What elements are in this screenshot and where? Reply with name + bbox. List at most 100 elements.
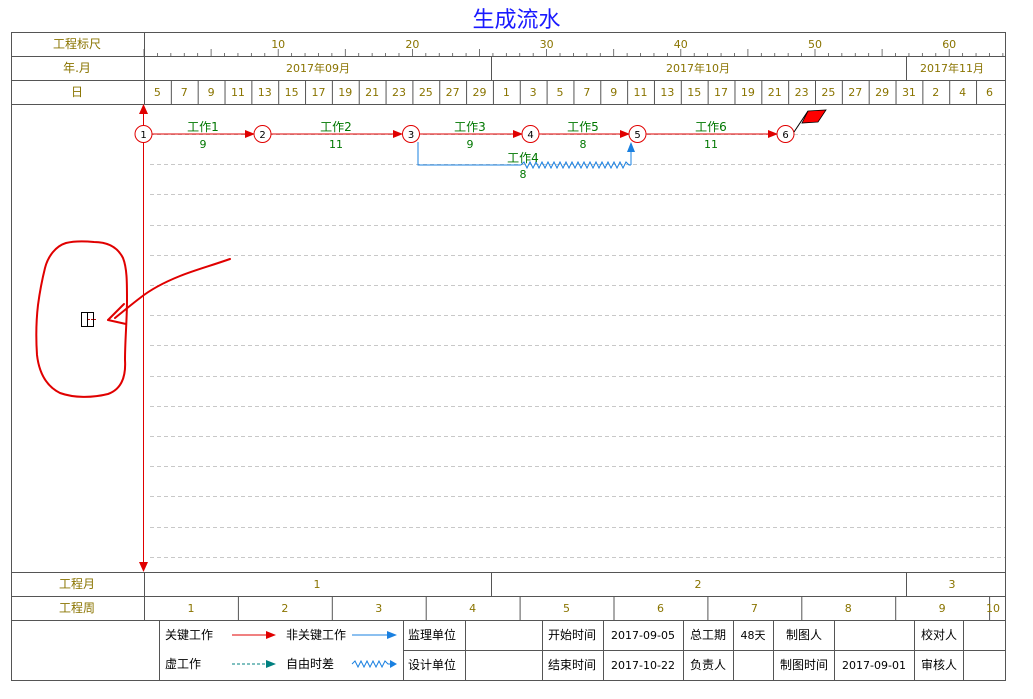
node-label: 3 <box>408 130 414 141</box>
draw-time-label: 制图时间 <box>780 658 828 672</box>
node-label: 6 <box>782 130 788 141</box>
task-name: 工作5 <box>567 120 599 134</box>
task-duration: 8 <box>580 138 587 151</box>
owner-label: 负责人 <box>690 658 726 672</box>
end-time-label: 结束时间 <box>548 658 596 672</box>
week-cell: 8 <box>845 602 852 615</box>
task-duration: 9 <box>200 138 207 151</box>
task-name: 工作1 <box>187 120 219 134</box>
day-cell: 7 <box>181 86 188 99</box>
node-1[interactable]: 1 <box>134 125 153 143</box>
day-cell: 17 <box>714 86 728 99</box>
day-cell: 11 <box>634 86 648 99</box>
scale-tick-label: 30 <box>540 38 554 51</box>
scale-tick-label: 60 <box>942 38 956 51</box>
day-cell: 2 <box>932 86 939 99</box>
day-label: 日 <box>71 85 83 99</box>
day-cell: 27 <box>446 86 460 99</box>
week-cells: 1 2 3 4 5 6 7 8 9 10 <box>187 596 1000 620</box>
month-cell: 2017年11月 <box>920 61 984 75</box>
month-label: 年.月 <box>63 61 91 75</box>
node-label: 5 <box>634 130 640 141</box>
axis-arrow-up-icon <box>139 104 148 114</box>
day-cell: 23 <box>795 86 809 99</box>
week-cell: 9 <box>939 602 946 615</box>
day-cell: 7 <box>583 86 590 99</box>
day-cell: 11 <box>231 86 245 99</box>
week-cell: 6 <box>657 602 664 615</box>
start-time-value: 2017-09-05 <box>611 629 675 642</box>
finish-flag-icon <box>793 109 827 133</box>
reviewer-label: 审核人 <box>921 657 957 672</box>
day-cell: 15 <box>285 86 299 99</box>
scale-tick-label: 10 <box>271 38 285 51</box>
checker-label: 校对人 <box>921 627 957 642</box>
day-cell: 15 <box>687 86 701 99</box>
day-cell: 19 <box>741 86 755 99</box>
axis-arrow-down-icon <box>139 562 148 572</box>
week-cell: 2 <box>281 602 288 615</box>
legend-float-arrowhead-icon <box>390 660 397 668</box>
day-cell: 9 <box>610 86 617 99</box>
task-name: 工作3 <box>454 120 486 134</box>
end-time-value: 2017-10-22 <box>611 659 675 672</box>
project-month-cell: 2 <box>695 578 702 591</box>
day-cell: 25 <box>419 86 433 99</box>
start-time-label: 开始时间 <box>548 628 596 642</box>
project-month-label: 工程月 <box>59 576 95 591</box>
week-cell: 5 <box>563 602 570 615</box>
day-cell: 5 <box>557 86 564 99</box>
day-cell: 13 <box>660 86 674 99</box>
scale-tick-label: 20 <box>405 38 419 51</box>
task-name: 工作6 <box>695 120 727 134</box>
node-6[interactable]: 6 <box>776 125 795 143</box>
project-week-label: 工程周 <box>59 600 95 615</box>
total-duration-label: 总工期 <box>690 628 726 642</box>
day-cell: 29 <box>473 86 487 99</box>
background-dash-lines <box>150 134 1005 558</box>
week-cell: 10 <box>986 602 1000 615</box>
project-month-cell: 3 <box>949 578 956 591</box>
day-cell: 1 <box>503 86 510 99</box>
day-cell: 27 <box>848 86 862 99</box>
day-cell: 25 <box>821 86 835 99</box>
project-month-cell: 1 <box>314 578 321 591</box>
draw-time-value: 2017-09-01 <box>842 659 906 672</box>
task-name: 工作4 <box>507 151 539 165</box>
task-duration: 9 <box>467 138 474 151</box>
day-cell: 19 <box>338 86 352 99</box>
day-cell: 23 <box>392 86 406 99</box>
scale-label: 工程标尺 <box>53 36 101 51</box>
cursor-icon <box>81 312 96 327</box>
task-name: 工作2 <box>320 120 352 134</box>
designer-label: 设计单位 <box>408 657 456 672</box>
day-cell: 4 <box>959 86 966 99</box>
scale-tick-label: 40 <box>674 38 688 51</box>
month-cell: 2017年10月 <box>666 61 730 75</box>
node-2[interactable]: 2 <box>253 125 272 143</box>
legend-critical-label: 关键工作 <box>165 628 213 642</box>
node-5[interactable]: 5 <box>628 125 647 143</box>
node-3[interactable]: 3 <box>402 125 420 143</box>
grid-frame <box>11 32 1006 681</box>
legend-noncritical-label: 非关键工作 <box>286 628 346 642</box>
scale-tick-label: 50 <box>808 38 822 51</box>
day-cell: 9 <box>208 86 215 99</box>
total-duration-value: 48天 <box>741 629 766 642</box>
week-cell: 3 <box>375 602 382 615</box>
day-cell: 3 <box>530 86 537 99</box>
day-cell: 6 <box>986 86 993 99</box>
legend-float-zigzag <box>351 659 392 669</box>
node-4[interactable]: 4 <box>521 125 540 143</box>
day-cell: 21 <box>768 86 782 99</box>
drawer-label: 制图人 <box>786 628 822 642</box>
day-cell: 17 <box>311 86 325 99</box>
node-label: 2 <box>259 130 265 141</box>
network-chart: 10 20 30 40 50 60 5 7 9 11 13 15 17 19 21 23 25 27 29 1 3 5 7… <box>11 32 1006 681</box>
week-cell: 7 <box>751 602 758 615</box>
task-duration: 11 <box>329 138 343 151</box>
node-label: 1 <box>140 130 146 141</box>
node-label: 4 <box>527 130 533 141</box>
day-cell: 13 <box>258 86 272 99</box>
legend-dummy-label: 虚工作 <box>165 657 201 671</box>
